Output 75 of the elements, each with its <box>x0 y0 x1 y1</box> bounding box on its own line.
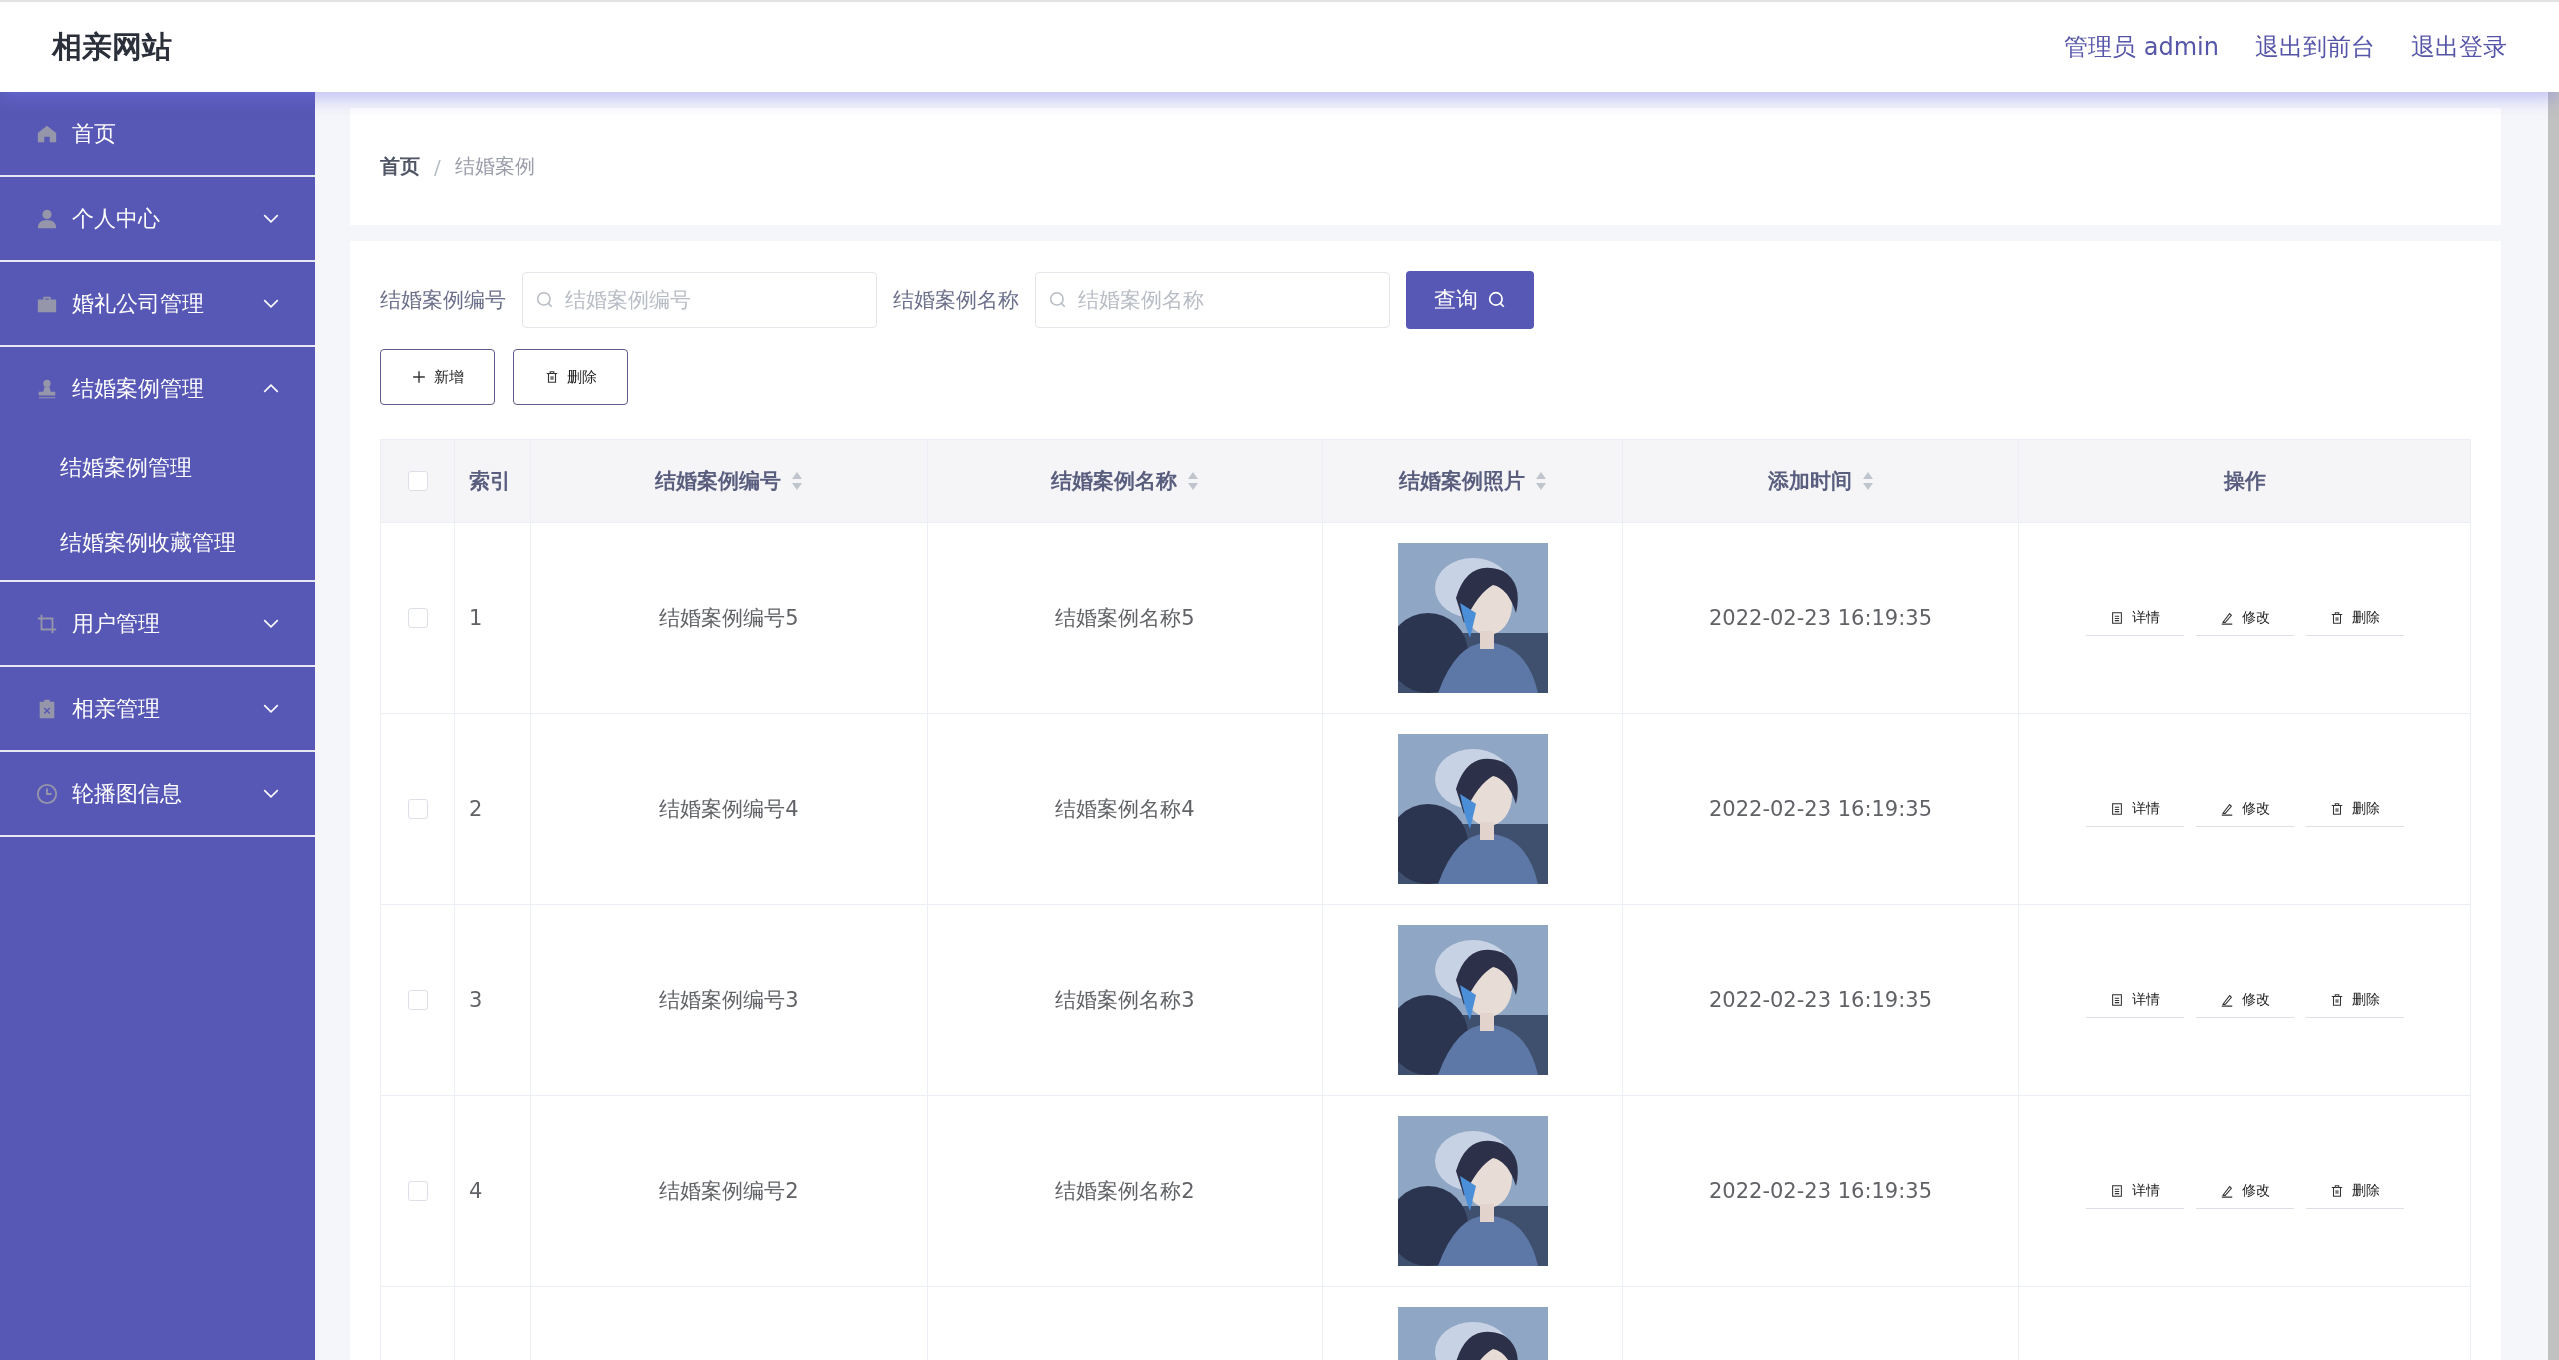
table-cell: 2 <box>469 797 483 821</box>
pencil-icon <box>2219 610 2234 625</box>
sidebar-item[interactable]: 首页 <box>0 92 315 175</box>
column-header[interactable]: 结婚案例照片 <box>1323 440 1623 522</box>
field-label: 结婚案例编号 <box>380 287 506 314</box>
breadcrumb-separator: / <box>434 154 441 179</box>
checkbox[interactable] <box>407 608 428 628</box>
stamp-icon <box>36 377 58 400</box>
header-link[interactable]: 退出登录 <box>2411 31 2507 63</box>
person-icon <box>36 207 58 230</box>
sidebar-item[interactable]: 婚礼公司管理 <box>0 262 315 345</box>
crop-icon <box>36 612 58 635</box>
sort-icon[interactable] <box>1534 471 1547 491</box>
checkbox[interactable] <box>407 990 428 1010</box>
pencil-icon <box>2219 1183 2234 1198</box>
checkbox[interactable] <box>407 471 428 491</box>
delete-button[interactable]: 删除 <box>513 349 628 405</box>
table-cell-text: 结婚案例名称2 <box>1055 1178 1195 1205</box>
trash-icon <box>2329 801 2344 816</box>
search-icon <box>1049 291 1067 309</box>
table-cell-text: 结婚案例编号5 <box>659 605 799 632</box>
pencil-icon <box>2219 992 2234 1007</box>
search-icon <box>1488 291 1506 309</box>
table-cell-text: 结婚案例名称3 <box>1055 987 1195 1014</box>
breadcrumb-item[interactable]: 首页 <box>380 153 420 180</box>
sidebar-item[interactable]: 用户管理 <box>0 582 315 665</box>
field-label: 结婚案例名称 <box>893 287 1019 314</box>
sidebar-item[interactable]: 相亲管理 <box>0 667 315 750</box>
clock-icon <box>36 782 58 805</box>
sidebar-item[interactable]: 个人中心 <box>0 177 315 260</box>
submenu-item[interactable]: 结婚案例收藏管理 <box>0 505 315 580</box>
search-field[interactable]: 结婚案例名称 <box>1035 272 1390 328</box>
header-link[interactable]: 管理员 admin <box>2064 31 2219 63</box>
checkbox[interactable] <box>407 1181 428 1201</box>
header-link[interactable]: 退出到前台 <box>2255 31 2375 63</box>
document-icon <box>2109 1183 2124 1198</box>
column-header[interactable]: 结婚案例名称 <box>928 440 1323 522</box>
breadcrumb-item: 结婚案例 <box>454 153 535 180</box>
trash-icon <box>2329 992 2344 1007</box>
site-title: 相亲网站 <box>52 27 172 66</box>
table-cell: 2022-02-23 16:19:35 <box>1708 1179 1932 1203</box>
column-header[interactable]: 结婚案例编号 <box>531 440 928 522</box>
add-button[interactable]: 新增 <box>380 349 495 405</box>
table-cell-text: 结婚案例编号2 <box>659 1178 799 1205</box>
column-header: 索引 <box>455 440 531 522</box>
table-cell-text: 结婚案例编号3 <box>659 987 799 1014</box>
search-button[interactable]: 查询 <box>1406 271 1534 329</box>
table-cell-text: 结婚案例编号4 <box>659 796 799 823</box>
sort-icon[interactable] <box>1187 471 1199 491</box>
submenu-item[interactable]: 结婚案例管理 <box>0 430 315 505</box>
table-cell: 3 <box>469 988 483 1012</box>
table-cell: 4 <box>469 1179 483 1203</box>
sidebar-item[interactable]: 结婚案例管理 <box>0 347 315 430</box>
trash-icon <box>2329 1183 2344 1198</box>
checkbox[interactable] <box>407 799 428 819</box>
column-header: 操作 <box>2222 468 2267 495</box>
table-cell: 2022-02-23 16:19:35 <box>1708 797 1932 821</box>
sort-icon[interactable] <box>1861 471 1874 491</box>
table-cell: 2022-02-23 16:19:35 <box>1708 606 1932 630</box>
trash-icon <box>544 370 559 384</box>
pencil-icon <box>2219 801 2234 816</box>
sidebar-item[interactable]: 轮播图信息 <box>0 752 315 835</box>
plus-icon <box>411 370 426 384</box>
document-icon <box>2109 801 2124 816</box>
table-cell-text: 结婚案例名称4 <box>1055 796 1195 823</box>
document-icon <box>2109 992 2124 1007</box>
search-icon <box>536 291 554 309</box>
table-cell: 2022-02-23 16:19:35 <box>1708 988 1932 1012</box>
table-cell-text: 结婚案例名称5 <box>1055 605 1195 632</box>
table-cell: 1 <box>469 606 483 630</box>
document-icon <box>2109 610 2124 625</box>
trash-icon <box>2329 610 2344 625</box>
sort-icon[interactable] <box>791 471 803 491</box>
search-field[interactable]: 结婚案例编号 <box>522 272 877 328</box>
column-header[interactable]: 添加时间 <box>1623 440 2019 522</box>
